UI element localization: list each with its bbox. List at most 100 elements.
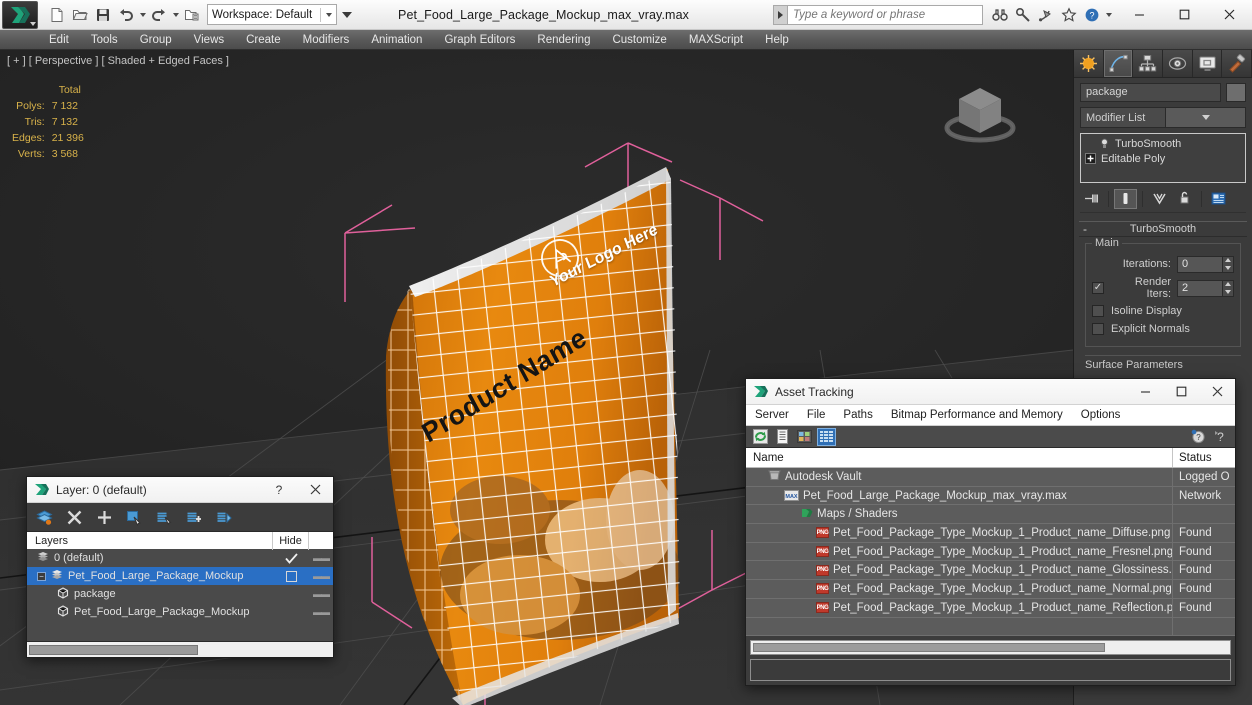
menu-tools[interactable]: Tools	[80, 30, 129, 50]
table-row[interactable]: PNG Pet_Food_Package_Type_Mockup_1_Produ…	[746, 560, 1235, 581]
table-row[interactable]: PNG Pet_Food_Package_Type_Mockup_1_Produ…	[746, 523, 1235, 543]
layer-expander-icon[interactable]: −	[37, 571, 46, 581]
set-current-layer-icon[interactable]	[215, 508, 233, 526]
menu-modifiers[interactable]: Modifiers	[292, 30, 361, 50]
new-file-icon[interactable]	[46, 4, 68, 26]
menu-maxscript[interactable]: MAXScript	[678, 30, 754, 50]
menu-views[interactable]: Views	[183, 30, 235, 50]
thumbnail-view-icon[interactable]	[795, 428, 814, 446]
layer-dialog-close-button[interactable]	[297, 477, 333, 503]
object-name-field[interactable]: package	[1080, 83, 1221, 102]
close-button[interactable]	[1207, 0, 1252, 30]
utilities-tab[interactable]	[1222, 50, 1252, 77]
list-item[interactable]: − Pet_Food_Large_Package_Mockup ▬▬	[27, 567, 333, 585]
add-selection-to-layer-icon[interactable]	[185, 508, 203, 526]
chevron-down-icon[interactable]	[1165, 108, 1245, 127]
layer-hide-toggle[interactable]	[273, 552, 309, 564]
list-item[interactable]: package ▬▬	[27, 585, 333, 603]
table-row[interactable]: Autodesk Vault Logged O	[746, 467, 1235, 487]
isoline-display-row[interactable]: Isoline Display	[1092, 302, 1234, 320]
minimize-button[interactable]	[1117, 0, 1162, 30]
workspace-expand-icon[interactable]	[340, 4, 354, 25]
save-file-icon[interactable]	[92, 4, 114, 26]
table-row[interactable]: MAX Pet_Food_Large_Package_Mockup_max_vr…	[746, 486, 1235, 506]
create-tab[interactable]	[1074, 50, 1104, 77]
asset-tracking-close-button[interactable]	[1199, 379, 1235, 405]
refresh-icon[interactable]	[751, 428, 770, 446]
redo-dropdown-arrow[interactable]	[171, 5, 180, 25]
iterations-input[interactable]: 0	[1177, 255, 1223, 273]
layer-dialog-help-button[interactable]: ?	[261, 477, 297, 503]
asset-tracking-maximize-button[interactable]	[1163, 379, 1199, 405]
select-objects-in-layer-icon[interactable]	[125, 508, 143, 526]
stack-item-turbosmooth[interactable]: TurboSmooth	[1081, 136, 1245, 151]
scrollbar-thumb[interactable]	[29, 644, 199, 655]
show-end-result-button[interactable]	[1114, 188, 1137, 209]
layer-extra-cell[interactable]: ▬▬	[309, 571, 333, 581]
menu-group[interactable]: Group	[129, 30, 183, 50]
explicit-normals-checkbox[interactable]	[1092, 323, 1104, 335]
at-menu-file[interactable]: File	[798, 405, 835, 426]
asset-tracking-minimize-button[interactable]	[1127, 379, 1163, 405]
help-question-icon[interactable]: ?	[1189, 428, 1208, 446]
delete-layer-icon[interactable]	[65, 508, 83, 526]
table-row[interactable]: Maps / Shaders	[746, 504, 1235, 525]
at-menu-bitmap-performance[interactable]: Bitmap Performance and Memory	[882, 405, 1072, 426]
rollout-header[interactable]: - TurboSmooth	[1079, 221, 1247, 237]
menu-customize[interactable]: Customize	[601, 30, 677, 50]
display-tab[interactable]	[1192, 50, 1223, 77]
help-icon[interactable]: ?	[1081, 4, 1102, 25]
menu-edit[interactable]: Edit	[38, 30, 80, 50]
satellite-icon[interactable]	[1035, 4, 1056, 25]
at-menu-options[interactable]: Options	[1072, 405, 1130, 426]
search-expand-icon[interactable]	[773, 4, 787, 25]
render-iters-checkbox[interactable]: ✓	[1092, 282, 1104, 294]
modifier-stack[interactable]: TurboSmooth Editable Poly	[1080, 133, 1246, 183]
new-layer-icon[interactable]	[35, 508, 53, 526]
asset-list[interactable]: Autodesk Vault Logged O MAX Pet_Food_Lar…	[746, 467, 1235, 637]
stack-item-editable-poly[interactable]: Editable Poly	[1081, 151, 1245, 166]
table-row[interactable]: PNG Pet_Food_Package_Type_Mockup_1_Produ…	[746, 542, 1235, 562]
render-iters-spinner[interactable]	[1223, 279, 1234, 297]
menu-create[interactable]: Create	[235, 30, 292, 50]
asset-horizontal-scrollbar[interactable]	[750, 640, 1231, 656]
menu-graph-editors[interactable]: Graph Editors	[433, 30, 526, 50]
search-input[interactable]	[787, 4, 983, 25]
motion-tab[interactable]	[1163, 50, 1193, 77]
add-layer-icon[interactable]	[95, 508, 113, 526]
iterations-spinner[interactable]	[1223, 255, 1234, 273]
isoline-display-checkbox[interactable]	[1092, 305, 1104, 317]
remove-modifier-button[interactable]	[1173, 189, 1196, 209]
configure-sets-button[interactable]	[1207, 189, 1230, 209]
highlight-selected-objects-icon[interactable]	[155, 508, 173, 526]
object-color-swatch[interactable]	[1226, 83, 1246, 102]
rollout-collapse-icon[interactable]: -	[1083, 223, 1087, 235]
surface-parameters-rollout-header[interactable]: Surface Parameters	[1085, 355, 1241, 371]
table-row[interactable]: PNG Pet_Food_Package_Type_Mockup_1_Produ…	[746, 598, 1235, 618]
wrench-icon[interactable]	[1012, 4, 1033, 25]
grid-view-icon[interactable]	[817, 427, 836, 446]
layer-dialog-titlebar[interactable]: Layer: 0 (default) ?	[27, 477, 333, 503]
modify-tab[interactable]	[1103, 50, 1134, 77]
context-help-icon[interactable]: ?	[1211, 428, 1230, 446]
list-item[interactable]: 0 (default) ▬▬	[27, 549, 333, 567]
table-row-empty[interactable]	[746, 617, 1235, 637]
logo-dropdown-arrow[interactable]	[30, 21, 36, 26]
modifier-list-dropdown[interactable]: Modifier List	[1080, 107, 1246, 128]
table-row[interactable]: PNG Pet_Food_Package_Type_Mockup_1_Produ…	[746, 579, 1235, 599]
maximize-button[interactable]	[1162, 0, 1207, 30]
layer-horizontal-scrollbar[interactable]	[27, 641, 333, 657]
project-folder-icon[interactable]	[181, 4, 203, 26]
workspace-caret-icon[interactable]	[326, 12, 332, 17]
make-unique-button[interactable]	[1148, 189, 1171, 209]
undo-icon[interactable]	[115, 4, 137, 26]
explicit-normals-row[interactable]: Explicit Normals	[1092, 320, 1234, 338]
scrollbar-thumb[interactable]	[753, 643, 1105, 653]
at-menu-server[interactable]: Server	[746, 405, 798, 426]
render-iters-input[interactable]: 2	[1177, 279, 1223, 297]
plus-box-icon[interactable]	[1085, 153, 1096, 164]
star-icon[interactable]	[1058, 4, 1079, 25]
layer-extra-cell[interactable]: ▬▬	[309, 607, 333, 617]
at-menu-paths[interactable]: Paths	[834, 405, 881, 426]
view-cube[interactable]	[937, 72, 1023, 152]
